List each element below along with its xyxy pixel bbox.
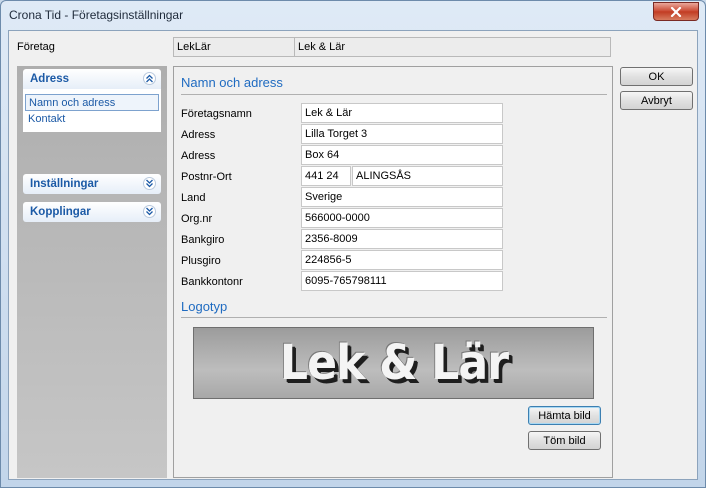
chevron-double-down-icon — [146, 207, 153, 216]
close-icon — [670, 6, 682, 17]
close-button[interactable] — [653, 2, 699, 21]
org-nr-label: Org.nr — [181, 213, 213, 225]
nav-item-name-and-address[interactable]: Namn och adress — [25, 94, 159, 111]
nav-group-settings: Inställningar — [23, 174, 161, 194]
fetch-image-button[interactable]: Hämta bild — [528, 406, 601, 425]
logo-image: Lek & Lär — [193, 327, 594, 399]
address2-label: Adress — [181, 150, 216, 162]
bank-account-label: Bankkontonr — [181, 276, 243, 288]
nav-group-address-items: Namn och adress Kontakt — [23, 89, 161, 132]
address1-input[interactable]: Lilla Torget 3 — [301, 124, 503, 144]
bank-account-input[interactable]: 6095-765798111 — [301, 271, 503, 291]
city-input[interactable]: ALINGSÅS — [352, 166, 503, 186]
postal-label: Postnr-Ort — [181, 171, 232, 183]
nav-group-address: Adress Namn och adress Kontakt — [23, 69, 161, 132]
window-title: Crona Tid - Företagsinställningar — [9, 8, 184, 22]
address1-label: Adress — [181, 129, 216, 141]
nav-group-address-header[interactable]: Adress — [23, 69, 161, 89]
company-label: Företag — [17, 41, 55, 53]
nav-group-settings-header[interactable]: Inställningar — [23, 174, 161, 194]
bankgiro-label: Bankgiro — [181, 234, 225, 246]
cancel-button[interactable]: Avbryt — [620, 91, 693, 110]
nav-group-integrations-header[interactable]: Kopplingar — [23, 202, 161, 222]
chevron-double-down-icon — [146, 179, 153, 188]
nav-group-label: Adress — [30, 73, 69, 85]
content-panel: Namn och adress Företagsnamn Lek & Lär A… — [173, 66, 613, 478]
dialog-window: Crona Tid - Företagsinställningar Företa… — [0, 0, 706, 488]
collapse-toggle[interactable] — [143, 72, 156, 85]
bankgiro-input[interactable]: 2356-8009 — [301, 229, 503, 249]
company-name-label: Företagsnamn — [181, 108, 252, 120]
country-input[interactable]: Sverige — [301, 187, 503, 207]
plusgiro-input[interactable]: 224856-5 — [301, 250, 503, 270]
dialog-client-area: Företag LekLär Lek & Lär Adress Namn och… — [8, 30, 698, 480]
zip-input[interactable]: 441 24 — [301, 166, 351, 186]
logo-text: Lek & Lär — [279, 335, 508, 391]
chevron-double-up-icon — [146, 74, 153, 83]
expand-toggle[interactable] — [143, 205, 156, 218]
expand-toggle[interactable] — [143, 177, 156, 190]
nav-item-contact[interactable]: Kontakt — [25, 111, 159, 128]
section-divider — [181, 94, 607, 95]
navigation-panel: Adress Namn och adress Kontakt Inställni… — [17, 66, 167, 478]
company-name-input[interactable]: Lek & Lär — [301, 103, 503, 123]
org-nr-input[interactable]: 566000-0000 — [301, 208, 503, 228]
section-title-logo: Logotyp — [181, 299, 228, 314]
company-code-field: LekLär — [173, 37, 295, 57]
nav-group-integrations: Kopplingar — [23, 202, 161, 222]
nav-group-label: Kopplingar — [30, 206, 91, 218]
clear-image-button[interactable]: Töm bild — [528, 431, 601, 450]
title-bar: Crona Tid - Företagsinställningar — [1, 1, 705, 29]
company-name-field: Lek & Lär — [294, 37, 611, 57]
section-divider — [181, 317, 607, 318]
country-label: Land — [181, 192, 206, 204]
plusgiro-label: Plusgiro — [181, 255, 221, 267]
company-row: Företag LekLär Lek & Lär — [9, 31, 697, 61]
section-title-name-address: Namn och adress — [181, 75, 283, 90]
ok-button[interactable]: OK — [620, 67, 693, 86]
address2-input[interactable]: Box 64 — [301, 145, 503, 165]
nav-group-label: Inställningar — [30, 178, 99, 190]
